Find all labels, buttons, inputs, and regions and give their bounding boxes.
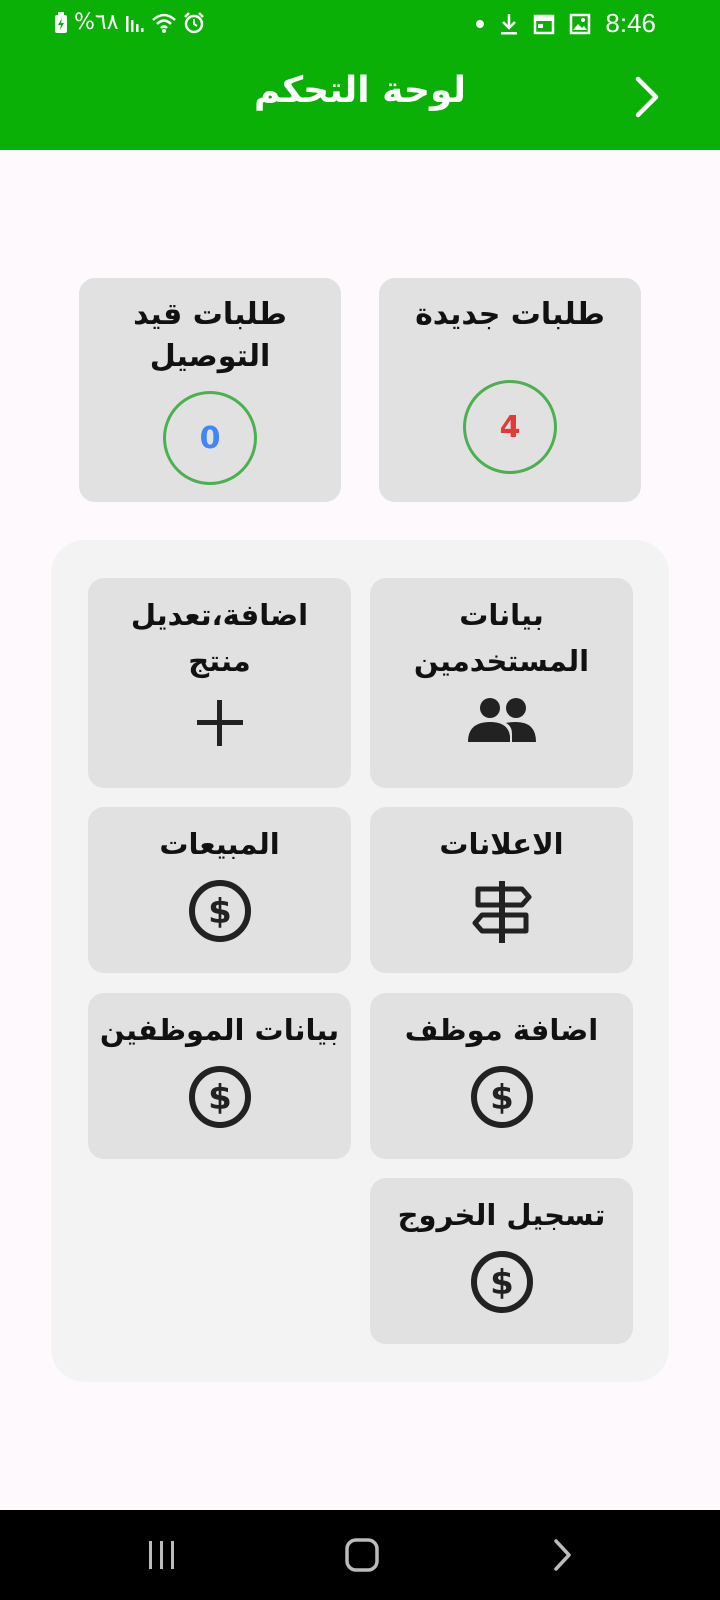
- calendar-icon: [534, 14, 555, 34]
- svg-text:$: $: [490, 1263, 514, 1303]
- image-icon: [570, 13, 591, 34]
- ads-label: الاعلانات: [439, 827, 564, 861]
- users-data-tile[interactable]: بيانات المستخدمين: [370, 578, 633, 788]
- sales-tile[interactable]: المبيعات $: [88, 807, 351, 973]
- back-button[interactable]: [622, 72, 672, 122]
- dollar-icon: $: [470, 1065, 534, 1129]
- status-time: 8:46: [605, 8, 656, 38]
- recents-button[interactable]: [132, 1530, 192, 1580]
- dollar-icon: $: [470, 1250, 534, 1314]
- page-title: لوحة التحكم: [253, 70, 467, 111]
- app-bar: لوحة التحكم: [0, 48, 720, 150]
- plus-icon: [195, 698, 245, 748]
- dollar-icon: $: [188, 879, 252, 943]
- home-button[interactable]: [332, 1530, 392, 1580]
- svg-text:$: $: [490, 1078, 514, 1118]
- signpost-icon: [472, 879, 532, 945]
- users-data-label: بيانات المستخدمين: [413, 598, 590, 678]
- delivering-orders-card[interactable]: طلبات قيد التوصيل 0: [79, 278, 341, 502]
- people-icon: [466, 696, 538, 744]
- new-orders-count: 4: [463, 380, 557, 474]
- svg-text:$: $: [208, 892, 232, 932]
- ads-tile[interactable]: الاعلانات: [370, 807, 633, 973]
- sales-label: المبيعات: [159, 827, 280, 861]
- dot-icon: [476, 19, 485, 28]
- battery-percent: %٦٨: [74, 10, 119, 35]
- employees-data-tile[interactable]: بيانات الموظفين $: [88, 993, 351, 1159]
- delivering-orders-value: 0: [199, 420, 221, 456]
- back-icon: [554, 1539, 571, 1571]
- products-label: اضافة،تعديل منتج: [130, 598, 309, 678]
- logout-label: تسجيل الخروج: [397, 1198, 606, 1232]
- status-left: %٦٨: [54, 10, 205, 35]
- recents-icon: [149, 1541, 174, 1569]
- products-tile[interactable]: اضافة،تعديل منتج: [88, 578, 351, 788]
- wifi-icon: [151, 13, 176, 33]
- battery-charging-icon: [55, 11, 67, 33]
- home-icon: [345, 1538, 379, 1572]
- svg-text:$: $: [208, 1078, 232, 1118]
- status-bar: %٦٨ 8:46: [0, 0, 720, 48]
- chevron-right-icon: [635, 76, 659, 118]
- new-orders-value: 4: [499, 409, 521, 445]
- download-icon: [501, 13, 518, 34]
- logout-tile[interactable]: تسجيل الخروج $: [370, 1178, 633, 1344]
- add-employee-label: اضافة موظف: [404, 1013, 599, 1047]
- add-employee-tile[interactable]: اضافة موظف $: [370, 993, 633, 1159]
- system-nav-bar: [0, 1510, 720, 1600]
- new-orders-title: طلبات جديدة: [415, 297, 605, 332]
- delivering-orders-title: طلبات قيد التوصيل: [133, 297, 287, 374]
- dollar-icon: $: [188, 1065, 252, 1129]
- alarm-icon: [183, 11, 204, 33]
- delivering-orders-count: 0: [163, 391, 257, 485]
- back-nav-button[interactable]: [532, 1530, 592, 1580]
- signal-icon: [125, 15, 144, 32]
- employees-data-label: بيانات الموظفين: [99, 1013, 340, 1047]
- new-orders-card[interactable]: طلبات جديدة 4: [379, 278, 641, 502]
- status-right: 8:46: [475, 8, 656, 39]
